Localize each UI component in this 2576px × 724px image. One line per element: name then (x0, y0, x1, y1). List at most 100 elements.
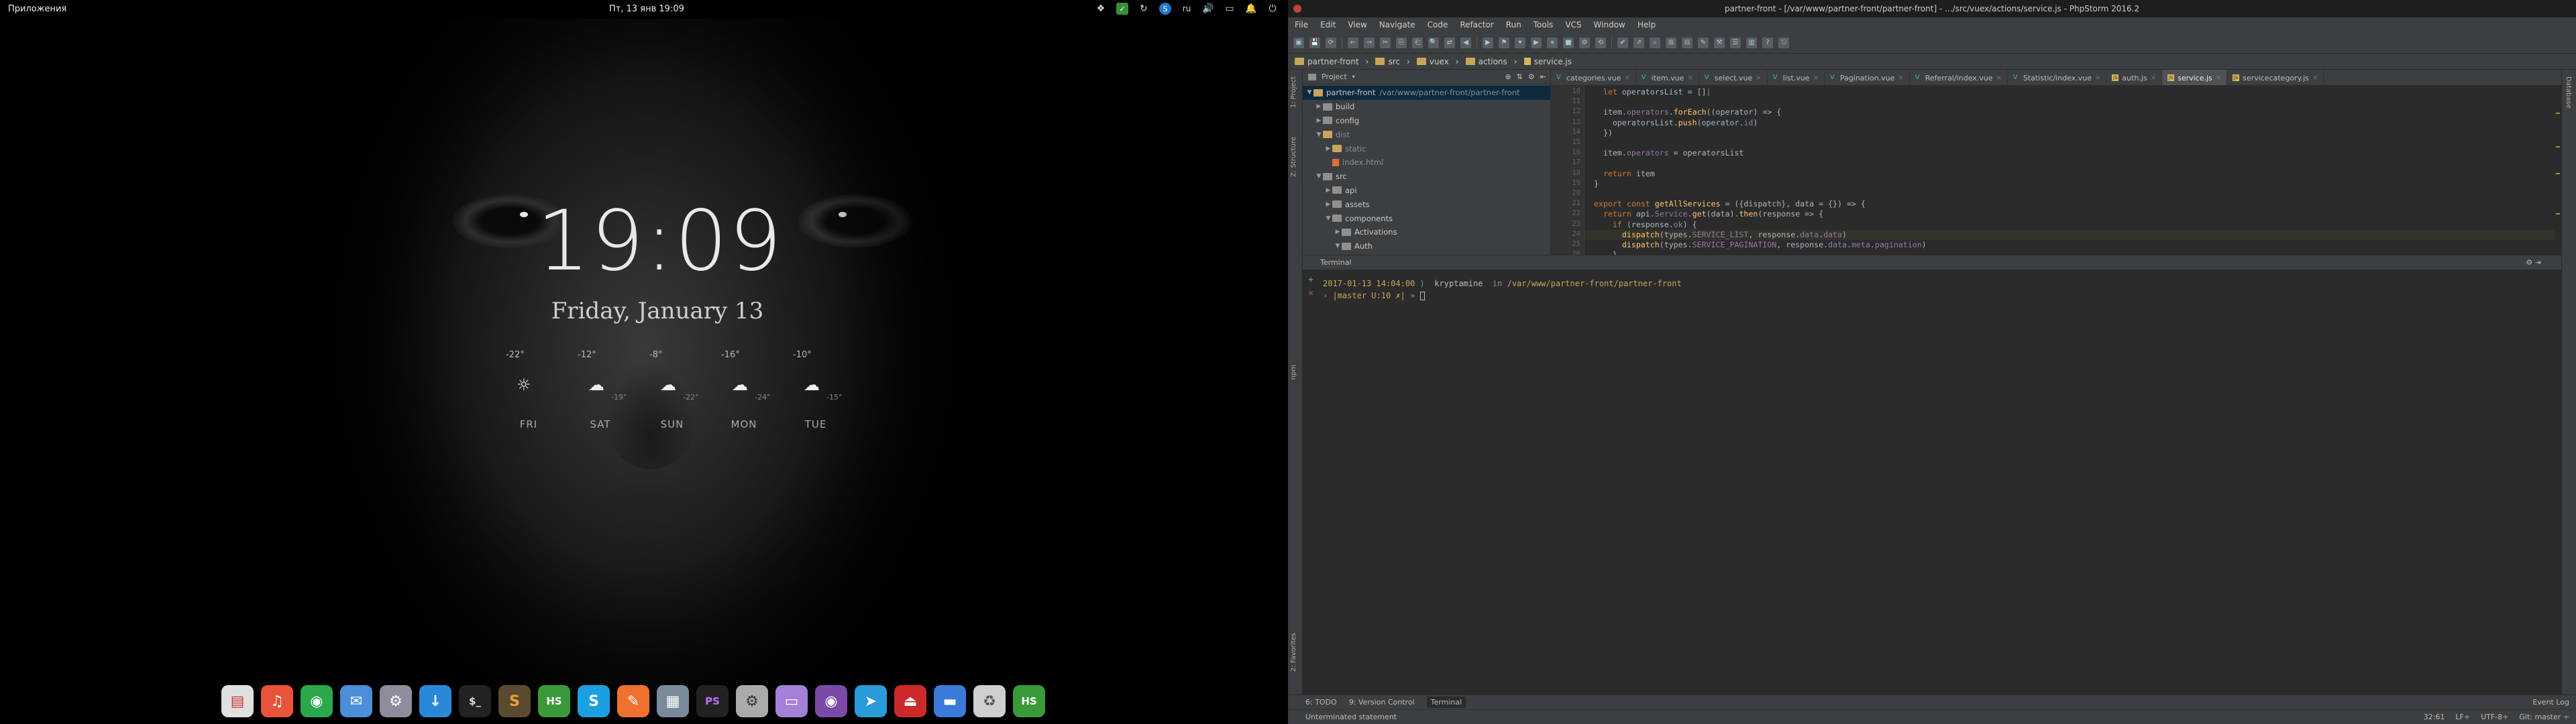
breadcrumb-item[interactable]: src (1375, 57, 1400, 66)
editor-tab[interactable]: Vlist.vue × (1768, 70, 1825, 85)
toolbar-button-icon[interactable]: ⏸ (1547, 37, 1558, 48)
hexchat2-icon[interactable]: HS (1013, 685, 1045, 717)
toolbar-button-icon[interactable]: ▣ (1293, 37, 1304, 48)
project-tree-row[interactable]: ▼ Auth (1303, 239, 1550, 253)
breadcrumb-item[interactable]: partner-front (1295, 57, 1359, 66)
toolbar-button-icon[interactable]: ⌕ (1650, 37, 1660, 48)
bottom-tab-terminal[interactable]: Terminal (1426, 697, 1466, 708)
menu-vcs[interactable]: VCS (1565, 20, 1581, 29)
editor-tab[interactable]: V Referral/index.vue × (1910, 70, 2008, 85)
expand-arrow-icon[interactable]: ▼ (1324, 215, 1332, 222)
project-tree-row[interactable]: ▶ Activations (1303, 225, 1550, 239)
status-indicator[interactable]: UTF-8÷ (2481, 710, 2508, 724)
expand-arrow-icon[interactable]: ▼ (1315, 131, 1323, 138)
mail-icon[interactable]: ✉ (340, 685, 372, 717)
tab-close-icon[interactable]: × (2151, 74, 2156, 82)
expand-arrow-icon[interactable]: ▼ (1305, 89, 1313, 96)
topbar-clock[interactable]: Пт, 13 янв 19:09 (609, 4, 684, 14)
toolbar-button-icon[interactable]: ▥ (1746, 37, 1757, 48)
download-icon[interactable]: ↓ (419, 685, 451, 717)
trash-icon[interactable]: ♻ (973, 685, 1006, 717)
menu-help[interactable]: Help (1638, 20, 1656, 29)
menu-window[interactable]: Window (1594, 20, 1625, 29)
desktop-folder-icon[interactable]: ▬ (934, 685, 966, 717)
toolbar-button-icon[interactable]: 🔍 (1428, 37, 1439, 48)
tab-close-icon[interactable]: × (2216, 74, 2221, 82)
owl-icon[interactable]: ◉ (815, 685, 847, 717)
editor-tab[interactable]: V Pagination.vue × (1825, 70, 1910, 85)
scroll-from-source-icon[interactable]: ⊕ (1505, 72, 1511, 81)
structure-tool-tab[interactable]: Z: Structure (1290, 137, 1297, 177)
tab-close-icon[interactable]: × (1687, 74, 1693, 82)
sync-icon[interactable]: ↻ (1138, 3, 1150, 15)
collapse-arrow-icon[interactable]: ▶ (1324, 201, 1332, 208)
status-indicator[interactable]: LF÷ (2455, 710, 2470, 724)
toolbar-button-icon[interactable]: ◀ (1460, 37, 1471, 48)
toolbar-button-icon[interactable]: ■ (1563, 37, 1574, 48)
ps-red-icon[interactable]: ⏏ (894, 685, 926, 717)
telegram-icon[interactable]: ➤ (855, 685, 887, 717)
database-tool-tab[interactable]: Database (2565, 76, 2572, 109)
toolbar-button-icon[interactable]: ⟳ (1326, 37, 1336, 48)
toolbar-button-icon[interactable]: ✂ (1380, 37, 1391, 48)
toolbar-button-icon[interactable]: ⎋ (1778, 37, 1789, 48)
dropbox-icon[interactable]: ❖ (1095, 3, 1107, 15)
power-icon[interactable]: ⏻ (1267, 3, 1279, 15)
view-dropdown-icon[interactable]: ▾ (1352, 74, 1355, 80)
toolbar-button-icon[interactable]: ▶ (1483, 37, 1493, 48)
project-tree-row[interactable]: ▶ build (1303, 100, 1550, 114)
toolbar-button-icon[interactable]: ⚙ (1579, 37, 1590, 48)
toolbar-button-icon[interactable]: ⚑ (1499, 37, 1509, 48)
toolbar-button-icon[interactable]: ▶ (1531, 37, 1542, 48)
tab-close-icon[interactable]: × (2095, 74, 2100, 82)
music-icon[interactable]: ♫ (261, 685, 293, 717)
files-icon[interactable]: ▭ (775, 685, 808, 717)
notification-bell-icon[interactable]: 🔔 (1245, 3, 1257, 15)
tab-close-icon[interactable]: × (1996, 74, 2002, 82)
toolbar-button-icon[interactable]: ? (1762, 37, 1773, 48)
settings-toggle-icon[interactable]: ⚙ (380, 685, 412, 717)
editor-tab[interactable]: JS auth.js × (2106, 70, 2163, 85)
bottom-tab--todo[interactable]: 6: TODO (1305, 698, 1337, 707)
project-tree-row[interactable]: ▶ static (1303, 141, 1550, 156)
toolbar-button-icon[interactable]: ↗ (1633, 37, 1644, 48)
expand-arrow-icon[interactable]: ▼ (1334, 243, 1342, 249)
expand-arrow-icon[interactable]: ▼ (1315, 173, 1323, 180)
project-tree-row[interactable]: ▶ config (1303, 114, 1550, 128)
toolbar-button-icon[interactable]: ⎘ (1396, 37, 1407, 48)
screen-icon[interactable]: ▭ (1224, 3, 1236, 15)
event-log-tab[interactable]: Event Log (2532, 698, 2569, 707)
applications-menu[interactable]: Приложения (8, 4, 66, 14)
favorites-tool-tab[interactable]: 2: Favorites (1290, 633, 1297, 672)
editor-error-stripe[interactable] (2555, 86, 2561, 255)
collapse-all-icon[interactable]: ⇅ (1517, 72, 1523, 81)
pen-icon[interactable]: ✎ (617, 685, 649, 717)
toolbar-button-icon[interactable]: ⊟ (1682, 37, 1693, 48)
volume-icon[interactable]: 🔊 (1202, 3, 1214, 15)
menu-refactor[interactable]: Refactor (1460, 20, 1493, 29)
menu-file[interactable]: File (1295, 20, 1308, 29)
collapse-arrow-icon[interactable]: ▶ (1324, 145, 1332, 152)
tab-close-icon[interactable]: × (2312, 74, 2318, 82)
editor-tab[interactable]: V Statistic/index.vue × (2008, 70, 2107, 85)
project-tree-row[interactable]: ▼ src (1303, 170, 1550, 184)
skype-tray-icon[interactable]: S (1159, 3, 1171, 15)
editor-tab[interactable]: Vitem.vue × (1636, 70, 1699, 85)
hexchat-icon[interactable]: HS (538, 685, 570, 717)
new-session-icon[interactable]: + (1305, 275, 1316, 286)
sublime-icon[interactable]: S (498, 685, 531, 717)
preferences-icon[interactable]: ⚙ (736, 685, 768, 717)
toolbar-button-icon[interactable]: ▾ (1515, 37, 1525, 48)
settings-gear-icon[interactable]: ⚙ (1528, 72, 1535, 81)
keyboard-layout[interactable]: ru (1181, 3, 1193, 15)
terminal-settings-icon[interactable]: ⚙ ⇥ (2526, 255, 2541, 270)
terminal-icon[interactable]: $_ (459, 685, 491, 717)
skype-icon[interactable]: S (578, 685, 610, 717)
window-grid-icon[interactable]: ▦ (657, 685, 689, 717)
chrome-icon[interactable]: ◉ (301, 685, 333, 717)
toolbar-button-icon[interactable]: ← (1348, 37, 1358, 48)
project-tree-row[interactable]: ▼ components (1303, 211, 1550, 225)
npm-tool-tab[interactable]: npm (1290, 365, 1297, 379)
toolbar-button-icon[interactable]: ⟲ (1595, 37, 1606, 48)
terminal-panel[interactable]: + ✕ 2017-01-13 14:04:00 ⟩ kryptamine in … (1303, 269, 2561, 690)
